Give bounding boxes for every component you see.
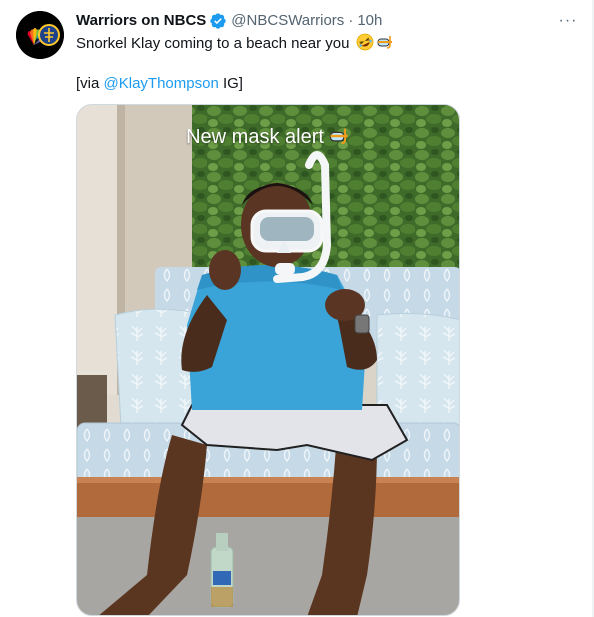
timestamp[interactable]: 10h <box>357 11 382 31</box>
display-name[interactable]: Warriors on NBCS <box>76 11 206 31</box>
photo-caption: New mask alert <box>77 125 459 149</box>
separator-dot: · <box>348 12 354 29</box>
mention-link[interactable]: @KlayThompson <box>104 75 219 92</box>
via-suffix: IG] <box>218 75 243 92</box>
photo-caption-text: New mask alert <box>186 126 324 148</box>
diving-mask-emoji-icon <box>376 33 394 51</box>
tweet-line-1: Snorkel Klay coming to a beach near you <box>76 33 574 54</box>
user-handle[interactable]: @NBCSWarriors <box>231 11 344 31</box>
photo-illustration <box>77 105 459 615</box>
tweet-photo[interactable]: New mask alert <box>76 104 460 616</box>
tweet-line-2: [via @KlayThompson IG] <box>76 74 574 94</box>
avatar[interactable] <box>16 11 64 59</box>
tweet-text-main: Snorkel Klay coming to a beach near you <box>76 35 350 52</box>
via-prefix: [via <box>76 75 104 92</box>
more-options-icon[interactable]: ··· <box>556 9 580 33</box>
rolling-on-floor-laughing-emoji-icon <box>356 33 374 51</box>
warriors-nbcs-logo-icon <box>16 11 64 59</box>
diving-mask-emoji-icon <box>328 125 350 147</box>
verified-badge-icon <box>209 12 227 30</box>
tweet-text: Snorkel Klay coming to a beach near you … <box>76 33 574 94</box>
tweet-header: Warriors on NBCS @NBCSWarriors · 10h <box>76 11 554 31</box>
